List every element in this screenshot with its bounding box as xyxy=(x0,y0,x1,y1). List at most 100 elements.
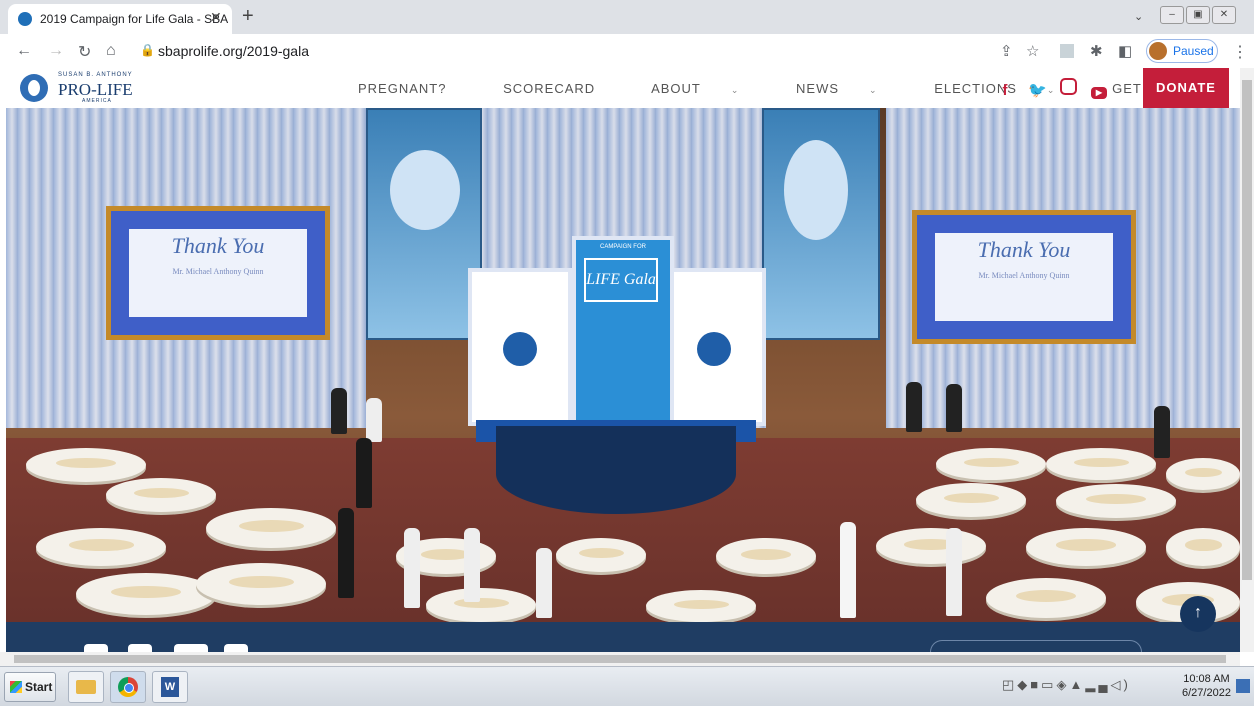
table xyxy=(646,590,756,622)
person xyxy=(464,528,480,602)
gala-center-sign: CAMPAIGN FOR LIFE Gala xyxy=(572,236,674,424)
nav-item-news[interactable]: NEWS ⌄ xyxy=(796,81,904,96)
tray-icon[interactable]: ◆ xyxy=(1017,677,1030,692)
table xyxy=(556,538,646,572)
tray-icon[interactable]: ◰ xyxy=(1002,677,1017,692)
stage xyxy=(496,426,736,514)
nav-label: PREGNANT? xyxy=(358,81,447,96)
clock[interactable]: 10:08 AM 6/27/2022 xyxy=(1182,672,1231,700)
table xyxy=(1026,528,1146,566)
screen-title: Thank You xyxy=(171,233,265,258)
lock-icon[interactable]: 🔒 xyxy=(140,43,155,57)
table xyxy=(876,528,986,564)
file-explorer-icon[interactable] xyxy=(68,671,104,703)
profile-status: Paused xyxy=(1173,44,1214,58)
table xyxy=(1166,528,1240,566)
start-button[interactable]: Start xyxy=(4,672,56,702)
tray-icon[interactable]: ◈ xyxy=(1056,677,1069,692)
facebook-icon[interactable]: f xyxy=(996,82,1014,100)
horizontal-scroll-thumb[interactable] xyxy=(14,655,1226,663)
logo-small-text: SUSAN B. ANTHONY xyxy=(58,72,133,78)
browser-tab[interactable]: 2019 Campaign for Life Gala - SBA ✕ xyxy=(8,4,232,34)
gala-hero-photo: Thank You Mr. Michael Anthony Quinn Than… xyxy=(6,108,1240,622)
nav-label: SCORECARD xyxy=(503,81,596,96)
address-bar[interactable]: 🔒 sbaprolife.org/2019-gala xyxy=(130,38,980,64)
table xyxy=(1046,448,1156,480)
maximize-button[interactable]: ▣ xyxy=(1186,6,1210,24)
social-links: f 🐦 ▶ xyxy=(996,78,1121,100)
site-logo[interactable]: SUSAN B. ANTHONY PRO-LIFE AMERICA xyxy=(20,72,150,104)
woman-portrait-image xyxy=(762,108,880,340)
new-tab-button[interactable]: + xyxy=(242,5,254,28)
tab-close-button[interactable]: ✕ xyxy=(210,9,222,26)
table xyxy=(196,563,326,605)
close-window-button[interactable]: ✕ xyxy=(1212,6,1236,24)
thank-you-screen-right: Thank You Mr. Michael Anthony Quinn xyxy=(912,210,1136,344)
extension-icon[interactable] xyxy=(1060,44,1074,58)
nav-item-scorecard[interactable]: SCORECARD xyxy=(503,81,621,96)
nav-item-pregnant[interactable]: PREGNANT? xyxy=(358,81,472,96)
screen-subtitle: Mr. Michael Anthony Quinn xyxy=(978,271,1070,280)
table xyxy=(1056,484,1176,518)
person xyxy=(536,548,552,618)
scroll-to-top-button[interactable]: ↑ xyxy=(1180,596,1216,632)
system-tray: ◰◆■▭◈▲▂▄◁) xyxy=(1002,677,1131,693)
sba-logo-icon xyxy=(503,332,537,366)
youtube-icon[interactable]: ▶ xyxy=(1091,87,1107,99)
avatar xyxy=(1149,42,1167,60)
donate-button[interactable]: DONATE xyxy=(1143,68,1229,108)
table xyxy=(986,578,1106,618)
person xyxy=(946,528,962,616)
chevron-down-icon: ⌄ xyxy=(869,85,878,95)
tray-icon[interactable]: ■ xyxy=(1030,677,1041,692)
table xyxy=(36,528,166,566)
word-icon[interactable]: W xyxy=(152,671,188,703)
nav-item-about[interactable]: ABOUT ⌄ xyxy=(651,81,765,96)
chrome-icon[interactable] xyxy=(110,671,146,703)
screen-title: Thank You xyxy=(977,237,1071,262)
nav-label: ABOUT xyxy=(651,81,701,96)
twitter-icon[interactable]: 🐦 xyxy=(1028,82,1047,100)
extensions-puzzle-icon[interactable]: ✱ xyxy=(1090,42,1103,60)
home-icon[interactable]: ⌂ xyxy=(106,42,116,60)
tab-search-chevron-icon[interactable]: ⌄ xyxy=(1134,10,1143,23)
tray-icon[interactable]: ▲ xyxy=(1069,677,1085,692)
person xyxy=(356,438,372,508)
gala-sign-top: CAMPAIGN FOR xyxy=(600,244,646,250)
side-panel-icon[interactable]: ◧ xyxy=(1118,42,1132,60)
logo-big-text: PRO-LIFE xyxy=(58,80,133,99)
table xyxy=(916,483,1026,517)
network-icon[interactable]: ▂▄ xyxy=(1085,677,1110,692)
clock-time: 10:08 AM xyxy=(1183,673,1230,685)
person xyxy=(1154,406,1170,458)
show-desktop-button[interactable] xyxy=(1236,679,1250,693)
tray-icon[interactable]: ▭ xyxy=(1041,677,1056,692)
vertical-scroll-thumb[interactable] xyxy=(1242,80,1252,580)
person xyxy=(366,398,382,442)
nav-label: NEWS xyxy=(796,81,840,96)
volume-icon[interactable]: ◁) xyxy=(1111,677,1131,692)
table xyxy=(106,478,216,512)
instagram-icon[interactable] xyxy=(1060,78,1077,95)
stage-panel-right xyxy=(662,268,766,426)
share-icon[interactable]: ⇪ xyxy=(1000,42,1013,60)
minimize-button[interactable]: – xyxy=(1160,6,1184,24)
forward-arrow-icon[interactable]: → xyxy=(48,42,64,60)
tab-title: 2019 Campaign for Life Gala - SBA xyxy=(40,12,229,26)
person xyxy=(338,508,354,598)
table xyxy=(716,538,816,574)
profile-button[interactable]: Paused xyxy=(1146,39,1218,63)
person xyxy=(906,382,922,432)
bookmark-star-icon[interactable]: ☆ xyxy=(1026,42,1039,60)
back-arrow-icon[interactable]: ← xyxy=(16,42,32,60)
person xyxy=(404,528,420,608)
site-header: SUSAN B. ANTHONY PRO-LIFE AMERICA PREGNA… xyxy=(0,68,1254,108)
chevron-down-icon: ⌄ xyxy=(730,85,740,95)
person xyxy=(331,388,347,434)
table xyxy=(26,448,146,482)
kebab-menu-icon[interactable]: ⋮ xyxy=(1232,42,1248,62)
table xyxy=(76,573,216,615)
url-text: sbaprolife.org/2019-gala xyxy=(158,43,309,59)
tab-strip: 2019 Campaign for Life Gala - SBA ✕ + ⌄ … xyxy=(0,0,1254,34)
reload-icon[interactable]: ↻ xyxy=(78,42,91,62)
